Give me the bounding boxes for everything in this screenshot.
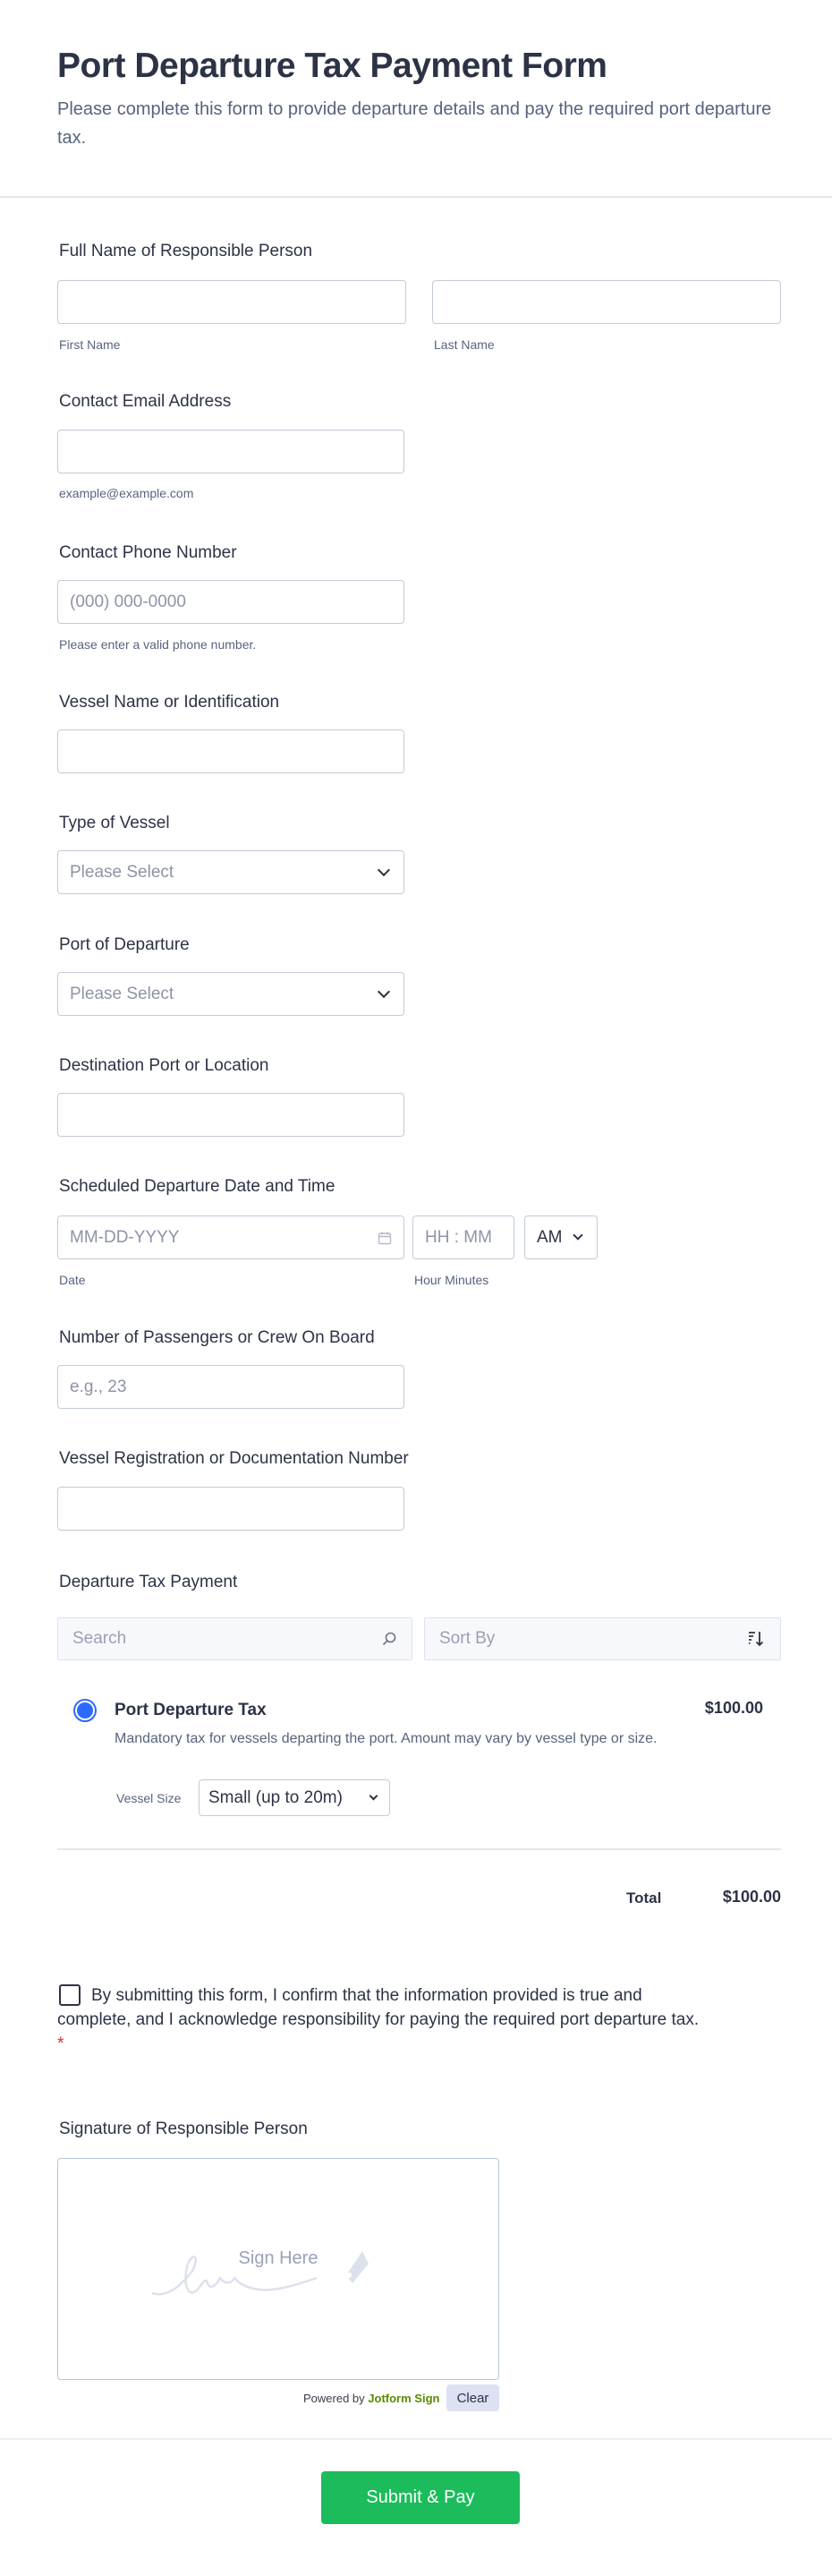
port-label: Port of Departure — [59, 935, 190, 954]
vessel-type-label: Type of Vessel — [59, 814, 170, 832]
product-divider — [57, 1848, 781, 1850]
vessel-size-value: Small (up to 20m) — [208, 1787, 343, 1807]
product-description: Mandatory tax for vessels departing the … — [115, 1731, 658, 1746]
jotform-sign-brand: Jotform Sign — [368, 2392, 440, 2405]
total-label: Total — [626, 1889, 662, 1906]
vessel-size-label: Vessel Size — [116, 1791, 182, 1805]
header-divider — [0, 196, 832, 198]
datetime-label: Scheduled Departure Date and Time — [59, 1177, 335, 1196]
phone-input[interactable]: (000) 000-0000 — [57, 580, 404, 624]
radio-selected-dot — [77, 1702, 93, 1719]
phone-placeholder: (000) 000-0000 — [70, 592, 186, 611]
time-placeholder: HH : MM — [425, 1227, 492, 1247]
submit-pay-button[interactable]: Submit & Pay — [321, 2471, 520, 2524]
sort-label: Sort By — [439, 1629, 496, 1648]
vessel-size-select[interactable]: Small (up to 20m) — [199, 1779, 390, 1816]
full-name-label: Full Name of Responsible Person — [59, 242, 313, 260]
port-select[interactable]: Please Select — [57, 972, 404, 1016]
page-title: Port Departure Tax Payment Form — [57, 47, 607, 85]
page-subtitle: Please complete this form to provide dep… — [57, 99, 772, 148]
signature-pad[interactable]: Sign Here — [57, 2158, 499, 2380]
first-name-sublabel: First Name — [59, 337, 121, 352]
powered-by-text: Powered by — [303, 2392, 365, 2405]
product-price: $100.00 — [704, 1699, 763, 1717]
consent-text: By submitting this form, I confirm that … — [57, 1983, 701, 2056]
vessel-name-label: Vessel Name or Identification — [59, 693, 280, 712]
product-radio[interactable] — [73, 1699, 97, 1722]
vessel-type-select[interactable]: Please Select — [57, 850, 404, 894]
email-input[interactable] — [57, 430, 404, 473]
product-search-input[interactable]: Search — [57, 1617, 412, 1660]
footer-divider — [0, 2438, 832, 2440]
time-input[interactable]: HH : MM — [412, 1215, 514, 1259]
registration-label: Vessel Registration or Documentation Num… — [59, 1449, 409, 1468]
chevron-down-icon — [377, 863, 391, 877]
passengers-placeholder: e.g., 23 — [70, 1377, 127, 1396]
phone-helper: Please enter a valid phone number. — [59, 637, 257, 652]
time-sublabel: Hour Minutes — [414, 1273, 489, 1287]
clear-signature-button[interactable]: Clear — [446, 2384, 499, 2411]
required-mark: * — [57, 2034, 64, 2053]
destination-input[interactable] — [57, 1093, 404, 1137]
payment-label: Departure Tax Payment — [59, 1573, 238, 1591]
port-placeholder: Please Select — [70, 984, 174, 1003]
chevron-down-icon — [369, 1791, 378, 1800]
email-label: Contact Email Address — [59, 392, 232, 411]
vessel-name-input[interactable] — [57, 729, 404, 773]
signature-label: Signature of Responsible Person — [59, 2120, 308, 2138]
consent-label: By submitting this form, I confirm that … — [57, 1986, 700, 2029]
chevron-down-icon — [573, 1230, 583, 1241]
sort-icon — [749, 1632, 764, 1647]
chevron-down-icon — [377, 985, 391, 999]
destination-label: Destination Port or Location — [59, 1056, 269, 1075]
passengers-input[interactable]: e.g., 23 — [57, 1365, 404, 1409]
sort-by-select[interactable]: Sort By — [424, 1617, 781, 1660]
email-helper: example@example.com — [59, 486, 194, 500]
date-placeholder: MM-DD-YYYY — [70, 1227, 180, 1247]
registration-input[interactable] — [57, 1487, 404, 1531]
phone-label: Contact Phone Number — [59, 543, 237, 562]
search-placeholder: Search — [72, 1629, 127, 1648]
date-sublabel: Date — [59, 1273, 86, 1287]
ampm-select[interactable]: AM — [524, 1215, 598, 1259]
powered-by: Powered by Jotform Sign — [303, 2392, 439, 2405]
vessel-type-placeholder: Please Select — [70, 862, 174, 882]
passengers-label: Number of Passengers or Crew On Board — [59, 1328, 375, 1347]
search-icon — [382, 1632, 396, 1646]
first-name-input[interactable] — [57, 280, 406, 324]
product-name: Port Departure Tax — [115, 1701, 267, 1719]
last-name-input[interactable] — [432, 280, 781, 324]
signature-pen-icon — [151, 2251, 369, 2296]
calendar-icon[interactable] — [378, 1231, 392, 1245]
date-input[interactable]: MM-DD-YYYY — [57, 1215, 404, 1259]
total-value: $100.00 — [722, 1888, 781, 1906]
ampm-value: AM — [537, 1227, 563, 1247]
last-name-sublabel: Last Name — [434, 337, 495, 352]
